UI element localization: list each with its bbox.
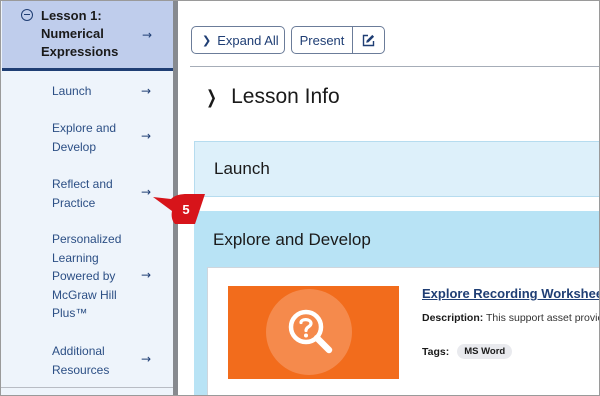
- arrow-right-icon[interactable]: →: [141, 185, 151, 199]
- arrow-right-icon[interactable]: →: [141, 352, 151, 366]
- callout-number: 5: [182, 202, 189, 217]
- main-content: ❯ Expand All Present ❯ Lesson Info Launc…: [178, 1, 600, 395]
- present-button-group: Present: [291, 26, 385, 54]
- lesson-sidebar: Lesson 1: Numerical Expressions → Launch…: [1, 1, 173, 395]
- section-launch[interactable]: Launch: [194, 141, 599, 197]
- present-button[interactable]: Present: [292, 27, 353, 53]
- chevron-right-icon: ❯: [202, 33, 212, 47]
- expand-all-label: Expand All: [217, 32, 279, 48]
- resource-tags: Tags: MS Word: [422, 344, 513, 359]
- step-callout: 5: [153, 194, 205, 224]
- lesson-title: Lesson 1: Numerical Expressions: [41, 8, 119, 59]
- description-text: This support asset provic: [486, 312, 600, 324]
- section-explore-and-develop: Explore and Develop Explore Recording Wo…: [194, 211, 600, 395]
- sidebar-item-label: Explore and Develop: [52, 121, 117, 154]
- tags-label: Tags:: [422, 345, 450, 358]
- sidebar-item-label: Launch: [52, 84, 92, 98]
- lesson-info-heading: Lesson Info: [231, 85, 340, 108]
- collapse-icon[interactable]: [21, 9, 33, 21]
- divider: [1, 387, 173, 388]
- resource-card: Explore Recording Workshee Description: …: [207, 267, 600, 395]
- edit-icon: [362, 34, 375, 46]
- sidebar-item-label: Reflect and Practice: [52, 177, 113, 210]
- resource-thumbnail[interactable]: [228, 286, 399, 379]
- lesson-header[interactable]: Lesson 1: Numerical Expressions →: [2, 1, 173, 71]
- sidebar-item-label: Additional Resources: [52, 344, 110, 377]
- expand-all-button[interactable]: ❯ Expand All: [191, 26, 285, 54]
- app-frame: Lesson 1: Numerical Expressions → Launch…: [0, 0, 600, 396]
- toolbar-divider: [190, 66, 599, 67]
- edit-button[interactable]: [353, 27, 384, 53]
- section-title: Launch: [214, 159, 270, 178]
- arrow-right-icon[interactable]: →: [141, 129, 151, 143]
- chevron-right-icon: ❯: [206, 86, 217, 108]
- arrow-right-icon[interactable]: →: [141, 268, 151, 282]
- resource-title-link[interactable]: Explore Recording Workshee: [422, 286, 599, 301]
- arrow-right-icon[interactable]: →: [142, 28, 152, 42]
- arrow-right-icon[interactable]: →: [141, 84, 151, 98]
- description-label: Description:: [422, 312, 484, 324]
- search-question-icon: [288, 309, 333, 354]
- resource-description: Description: This support asset provic: [422, 312, 600, 324]
- lesson-info-toggle[interactable]: ❯ Lesson Info: [204, 85, 340, 109]
- section-title: Explore and Develop: [213, 230, 371, 249]
- sidebar-item-label: Personalized Learning Powered by McGraw …: [52, 232, 122, 320]
- tag-chip[interactable]: MS Word: [457, 344, 513, 359]
